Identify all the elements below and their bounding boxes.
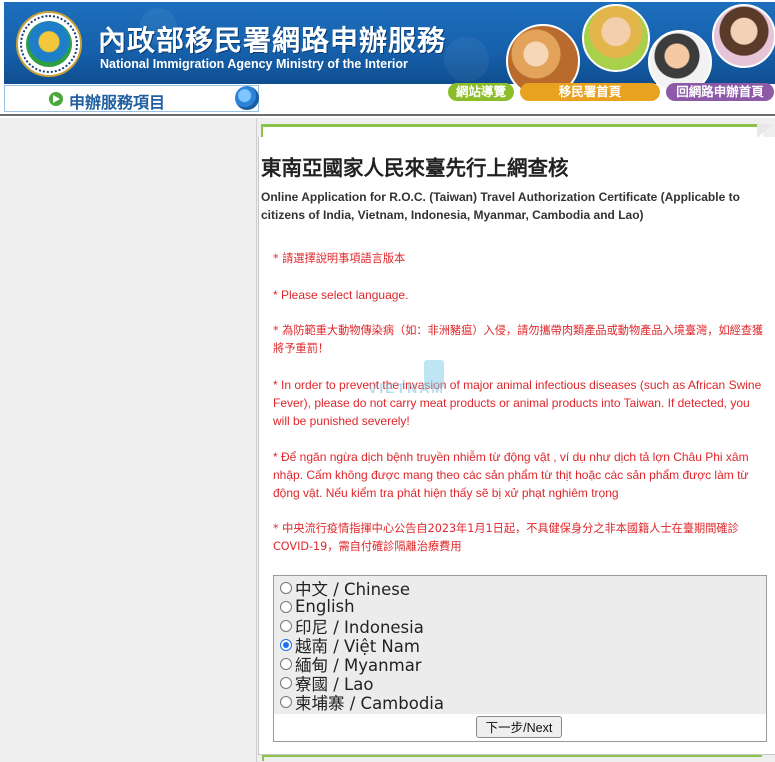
agency-seal-icon[interactable] xyxy=(16,11,82,77)
content-tab-edge xyxy=(261,124,763,138)
page-subtitle: Online Application for R.O.C. (Taiwan) T… xyxy=(261,190,740,222)
main-content: 東南亞國家人民來臺先行上網查核 Online Application for R… xyxy=(258,137,775,755)
notice-covid-zh: * 中央流行疫情指揮中心公告自2023年1月1日起，不具健保身分之非本國籍人士在… xyxy=(273,522,739,553)
service-items-bar[interactable]: 申辦服務項目 xyxy=(4,85,259,112)
next-button[interactable]: 下一步/Next xyxy=(476,716,562,738)
site-title-zh: 內政部移民署網路申辦服務 xyxy=(98,24,447,57)
nav-immigration-home-link[interactable]: 移民署首頁 xyxy=(520,83,660,101)
radio-button[interactable] xyxy=(280,600,292,613)
site-title-en: National Immigration Agency Ministry of … xyxy=(100,57,408,71)
radio-button[interactable] xyxy=(280,676,292,689)
banner-photo-girl xyxy=(582,4,650,72)
seal-emblem xyxy=(26,21,72,67)
language-option[interactable]: 中文 / Chinese xyxy=(280,578,410,599)
watermark-text: VIETNAM xyxy=(368,380,445,396)
content-tab-corner xyxy=(757,124,773,138)
radio-button[interactable] xyxy=(280,581,292,594)
notice-animal-disease-zh: * 為防範重大動物傳染病（如：非洲豬瘟）入侵，請勿攜帶肉類產品或動物產品入境臺灣… xyxy=(273,324,764,355)
next-button-row: 下一步/Next xyxy=(273,714,767,742)
site-header: 內政部移民署網路申辦服務 National Immigration Agency… xyxy=(0,0,775,116)
notice-select-language-en: * Please select language. xyxy=(273,288,409,302)
header-divider xyxy=(0,114,775,116)
language-option-label: 柬埔寨 / Cambodia xyxy=(295,693,444,713)
arrow-circle-icon xyxy=(49,92,63,106)
notice-animal-disease-vi: * Để ngăn ngừa dịch bệnh truyền nhiễm từ… xyxy=(273,450,749,500)
content-bottom-edge xyxy=(262,755,762,761)
language-radio-group: 中文 / Chinese English 印尼 / Indonesia 越南 /… xyxy=(273,575,767,715)
left-sidebar xyxy=(0,118,257,762)
service-items-label: 申辦服務項目 xyxy=(69,93,166,112)
language-option[interactable]: 柬埔寨 / Cambodia xyxy=(280,692,444,713)
language-option-label: 中文 / Chinese xyxy=(295,579,410,599)
watermark: VIETNAM xyxy=(368,360,468,404)
notice-select-language-zh: * 請選擇說明事項語言版本 xyxy=(273,252,406,265)
banner-photo-family xyxy=(712,4,775,68)
radio-button[interactable] xyxy=(280,638,292,651)
globe-icon xyxy=(235,86,259,110)
nav-sitemap-link[interactable]: 網站導覽 xyxy=(448,83,514,101)
nav-online-home-link[interactable]: 回網路申辦首頁 xyxy=(666,83,774,101)
radio-button[interactable] xyxy=(280,619,292,632)
radio-button[interactable] xyxy=(280,657,292,670)
radio-button[interactable] xyxy=(280,695,292,708)
page-title: 東南亞國家人民來臺先行上網查核 xyxy=(261,156,569,180)
notice-animal-disease-en: * In order to prevent the invasion of ma… xyxy=(273,378,762,428)
